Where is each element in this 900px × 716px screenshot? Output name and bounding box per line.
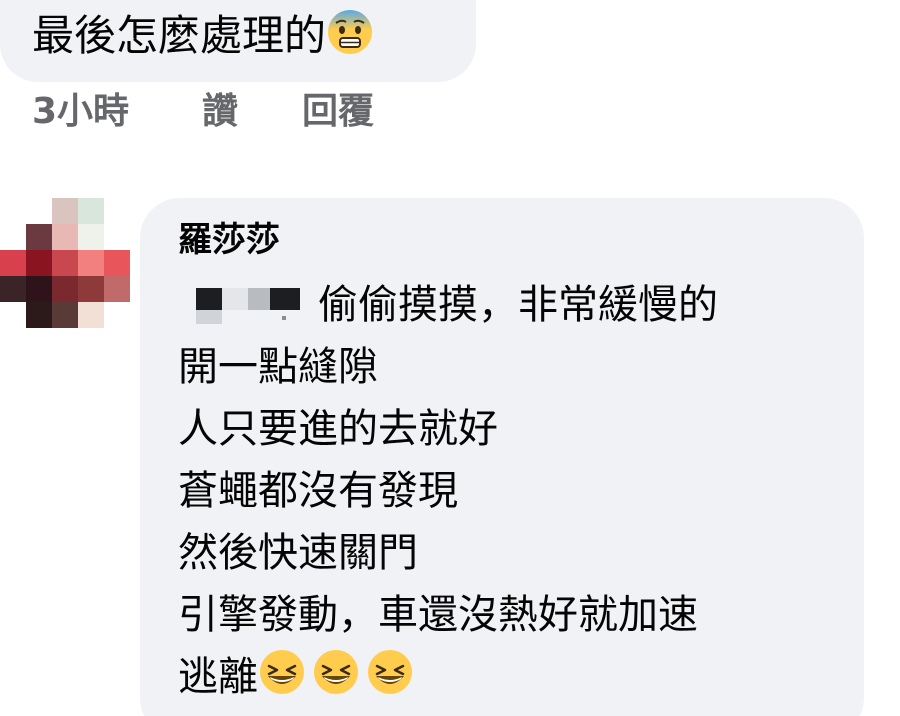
grinning-squinting-face-icon <box>368 650 412 694</box>
comment-line: 引擎發動，車還沒熱好就加速 <box>178 592 698 638</box>
comment-line: 人只要進的去就好 <box>178 406 498 452</box>
grinning-squinting-face-icon <box>314 650 358 694</box>
timestamp-link[interactable]: 3小時 <box>32 90 129 134</box>
blurred-mention[interactable] <box>178 282 304 324</box>
avatar[interactable] <box>0 198 130 328</box>
comment-line: 蒼蠅都沒有發現 <box>178 468 458 514</box>
comment-line: 開一點縫隙 <box>178 344 378 390</box>
comment-line: 偷偷摸摸，非常緩慢的 <box>178 274 718 336</box>
reply-text: 最後怎麼處理的 <box>32 11 327 60</box>
comment-body: 偷偷摸摸，非常緩慢的 開一點縫隙 人只要進的去就好 蒼蠅都沒有發現 然後快速關門… <box>178 274 718 708</box>
grinning-squinting-face-icon <box>260 650 304 694</box>
comment-line: 然後快速關門 <box>178 530 418 576</box>
like-button[interactable]: 讚 <box>202 90 238 134</box>
reply-text-row: 最後怎麼處理的 <box>32 8 374 60</box>
comment-thread: 最後怎麼處理的 3小時 讚 回覆 羅莎莎 偷偷摸摸，非常緩慢的 開一點縫隙 人只… <box>0 0 900 716</box>
comment-author[interactable]: 羅莎莎 <box>178 220 280 260</box>
anxious-face-icon <box>328 10 373 54</box>
comment-line: 逃離 <box>178 646 718 708</box>
reply-button[interactable]: 回覆 <box>302 90 374 134</box>
